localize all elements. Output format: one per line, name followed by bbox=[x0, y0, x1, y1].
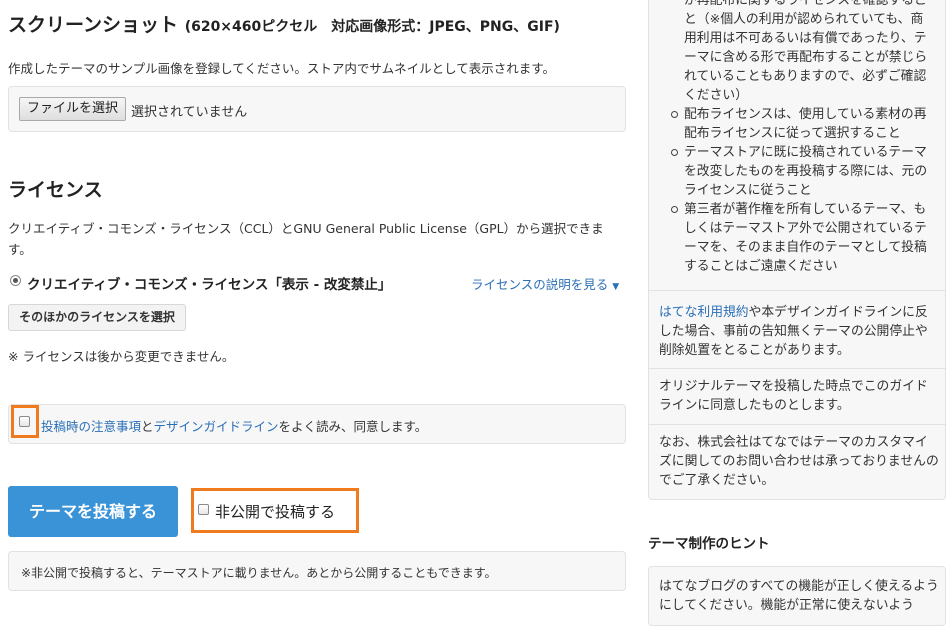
agree-text: 投稿時の注意事項とデザインガイドラインをよく読み、同意します。 bbox=[41, 416, 427, 435]
guideline-item: 配布ライセンスは、使用している素材の再配布ライセンスに従って選択すること bbox=[671, 105, 936, 143]
file-upload-panel: ファイルを選択 選択されていません bbox=[8, 86, 626, 132]
screenshot-spec: (620×460ピクセル 対応画像形式：JPEG、PNG、GIF) bbox=[184, 19, 560, 35]
terms-link[interactable]: はてな利用規約 bbox=[659, 305, 749, 320]
license-heading: ライセンス bbox=[8, 179, 103, 201]
private-note-panel: ※非公開で投稿すると、テーマストアに載りません。あとから公開することもできます。 bbox=[8, 551, 626, 591]
guideline-item: 第三者が著作権を所有しているテーマ、もしくはテーマストア外で公開されているテーマ… bbox=[671, 200, 936, 276]
agree-suffix: をよく読み、同意します。 bbox=[278, 419, 428, 434]
agree-guideline-text: オリジナルテーマを投稿した時点でこのガイドラインに同意したものとします。 bbox=[659, 379, 928, 413]
guideline-items: 配布ライセンスは、使用している素材の再配布ライセンスに従って選択すること テーマ… bbox=[671, 105, 936, 276]
support-text: なお、株式会社はてなではテーマのカスタマイズに関してのお問い合わせは承っておりま… bbox=[659, 435, 939, 488]
notes-link[interactable]: 投稿時の注意事項 bbox=[41, 419, 141, 434]
license-explain-link[interactable]: ライセンスの説明を見る ▼ bbox=[471, 274, 619, 293]
guideline-list: が再配布に関するライセンスを確認すること（※個人の利用が認められていても、商用利… bbox=[671, 0, 936, 276]
screenshot-description: 作成したテーマのサンプル画像を登録してください。ストア内でサムネイルとして表示さ… bbox=[8, 61, 556, 76]
license-selected-label: クリエイティブ・コモンズ・ライセンス「表示 - 改変禁止」 bbox=[27, 277, 392, 293]
license-description: クリエイティブ・コモンズ・ライセンス（CCL）とGNU General Publ… bbox=[8, 221, 604, 257]
screenshot-heading: スクリーンショット (620×460ピクセル 対応画像形式：JPEG、PNG、G… bbox=[8, 10, 560, 37]
post-theme-button[interactable]: テーマを投稿する bbox=[8, 486, 178, 537]
guideline-item: テーマストアに既に投稿されているテーマを改変したものを再投稿する際には、元のライ… bbox=[671, 143, 936, 200]
license-radio[interactable] bbox=[10, 275, 21, 286]
caret-down-icon: ▼ bbox=[612, 282, 620, 292]
agree-and: と bbox=[141, 419, 154, 434]
private-checkbox[interactable] bbox=[198, 504, 209, 515]
terms-paragraph: はてな利用規約や本デザインガイドラインに反した場合、事前の告知無くテーマの公開停… bbox=[659, 303, 939, 360]
divider bbox=[648, 424, 946, 425]
screenshot-title: スクリーンショット bbox=[8, 14, 179, 36]
agree-checkbox[interactable] bbox=[19, 416, 30, 427]
hint-box: はてなブログのすべての機能が正しく使えるようにしてください。機能が正常に使えない… bbox=[648, 566, 946, 626]
hint-text: はてなブログのすべての機能が正しく使えるようにしてください。機能が正常に使えない… bbox=[659, 579, 939, 613]
private-note: ※非公開で投稿すると、テーマストアに載りません。あとから公開することもできます。 bbox=[21, 566, 497, 580]
license-note: ※ ライセンスは後から変更できません。 bbox=[8, 349, 235, 364]
private-label[interactable]: 非公開で投稿する bbox=[215, 501, 335, 522]
guideline-continued-text: が再配布に関するライセンスを確認すること（※個人の利用が認められていても、商用利… bbox=[684, 0, 928, 103]
license-explain-text: ライセンスの説明を見る bbox=[471, 277, 609, 292]
design-guideline-link[interactable]: デザインガイドライン bbox=[154, 419, 279, 434]
other-license-button[interactable]: そのほかのライセンスを選択 bbox=[8, 304, 186, 331]
choose-file-button[interactable]: ファイルを選択 bbox=[19, 97, 127, 121]
theme-submit-form: スクリーンショット (620×460ピクセル 対応画像形式：JPEG、PNG、G… bbox=[0, 0, 640, 609]
divider bbox=[648, 290, 946, 291]
file-status-text: 選択されていません bbox=[131, 105, 248, 120]
hint-heading: テーマ制作のヒント bbox=[648, 536, 770, 552]
divider bbox=[648, 368, 946, 369]
